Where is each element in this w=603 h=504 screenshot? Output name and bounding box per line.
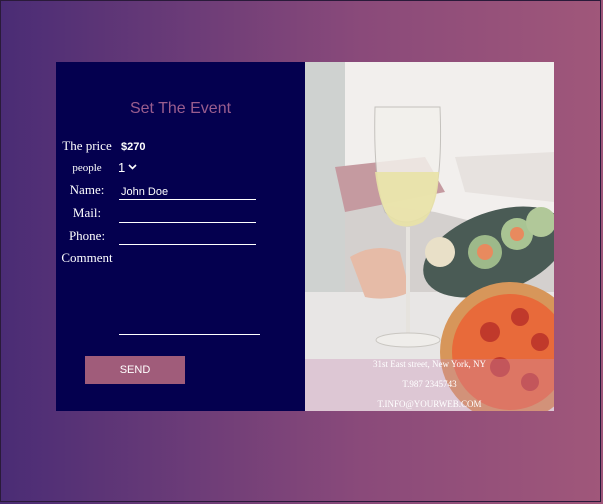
price-label: The price bbox=[62, 138, 112, 153]
price-value: $270 bbox=[121, 141, 146, 153]
comment-textarea[interactable] bbox=[119, 252, 260, 335]
people-label: people bbox=[72, 162, 102, 174]
name-label: Name: bbox=[69, 182, 105, 197]
send-button[interactable]: SEND bbox=[85, 356, 185, 384]
phone-label: Phone: bbox=[68, 228, 106, 243]
comment-label: Comment bbox=[61, 250, 113, 265]
name-input[interactable] bbox=[119, 185, 256, 200]
people-select[interactable]: 1 bbox=[118, 160, 137, 175]
chevron-down-icon bbox=[128, 163, 137, 172]
footer-email[interactable]: T.INFO@YOURWEB.COM bbox=[305, 399, 554, 409]
mail-input[interactable] bbox=[119, 208, 256, 223]
phone-input[interactable] bbox=[119, 230, 256, 245]
form-title: Set The Event bbox=[129, 100, 232, 117]
mail-label: Mail: bbox=[72, 205, 102, 220]
event-photo: 31st East street, New York, NY T.987 234… bbox=[305, 62, 554, 411]
people-select-value: 1 bbox=[118, 160, 126, 175]
event-form: Set The Event The price $270 people 1 Na… bbox=[56, 62, 305, 411]
contact-footer: 31st East street, New York, NY T.987 234… bbox=[305, 359, 554, 411]
footer-phone: T.987 2345743 bbox=[402, 379, 457, 389]
event-card: Set The Event The price $270 people 1 Na… bbox=[56, 62, 554, 411]
footer-address: 31st East street, New York, NY bbox=[373, 359, 486, 369]
